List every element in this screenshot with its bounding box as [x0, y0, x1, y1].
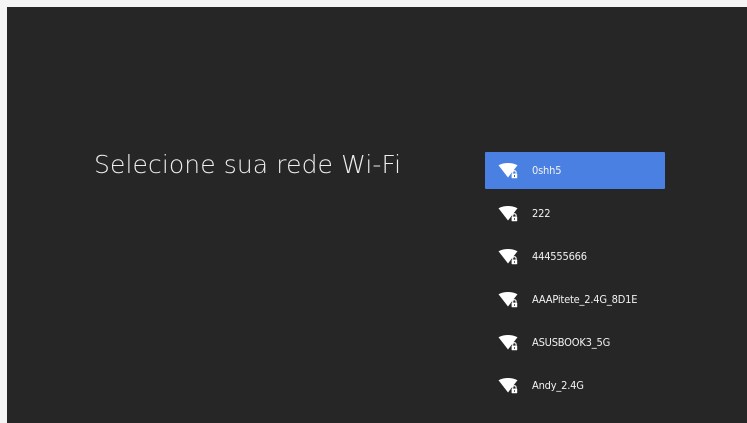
- network-item-5[interactable]: Andy_2.4G: [485, 367, 665, 404]
- network-name: 222: [532, 207, 551, 220]
- network-name: Andy_2.4G: [532, 379, 584, 392]
- network-item-4[interactable]: ASUSBOOK3_5G: [485, 324, 665, 361]
- network-name: ASUSBOOK3_5G: [532, 336, 611, 349]
- network-name: AAAPitete_2.4G_8D1E: [532, 293, 638, 306]
- network-name: 0shh5: [532, 164, 562, 177]
- wifi-lock-icon: [498, 248, 520, 265]
- wifi-setup-screen: Selecione sua rede Wi-Fi 0shh5 222 44455…: [7, 7, 747, 423]
- network-item-3[interactable]: AAAPitete_2.4G_8D1E: [485, 281, 665, 318]
- wifi-lock-icon: [498, 205, 520, 222]
- network-item-2[interactable]: 444555666: [485, 238, 665, 275]
- network-item-1[interactable]: 222: [485, 195, 665, 232]
- wifi-lock-icon: [498, 162, 520, 179]
- wifi-lock-icon: [498, 334, 520, 351]
- wifi-lock-icon: [498, 377, 520, 394]
- network-name: 444555666: [532, 250, 587, 263]
- wifi-lock-icon: [498, 291, 520, 308]
- page-title: Selecione sua rede Wi-Fi: [94, 150, 402, 179]
- network-list: 0shh5 222 444555666 AAAPitete_2.4G_8D1E …: [485, 152, 665, 410]
- network-item-0[interactable]: 0shh5: [485, 152, 665, 189]
